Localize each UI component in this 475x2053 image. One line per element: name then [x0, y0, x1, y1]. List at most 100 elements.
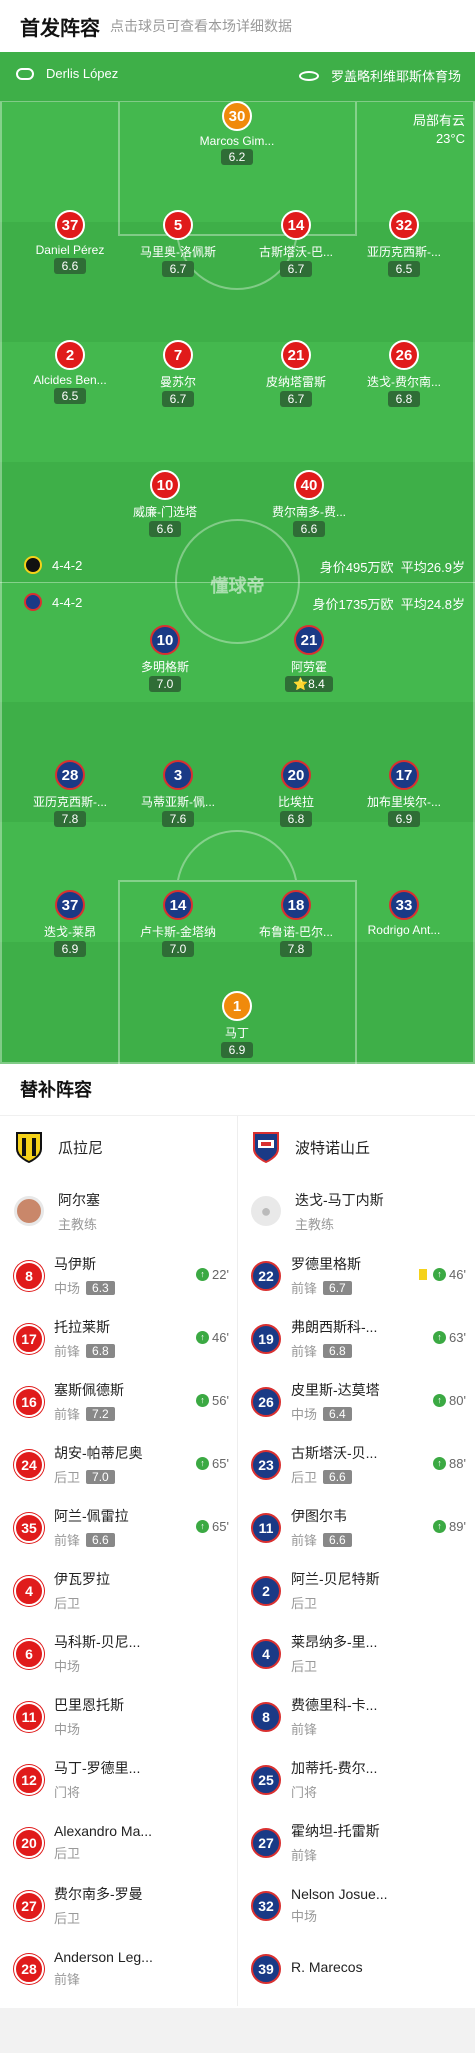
away-player[interactable]: 1 马丁 6.9	[177, 991, 297, 1059]
sub-player-number: 11	[14, 1701, 44, 1732]
sub-player-row[interactable]: 11 伊图尔韦 前锋 6.6 ↑ 89'	[237, 1496, 474, 1559]
home-coach[interactable]: 阿尔塞 主教练	[0, 1178, 237, 1244]
player-rating: 6.8	[387, 391, 421, 407]
away-player[interactable]: 37 迭戈-莱昂 6.9	[10, 890, 130, 958]
sub-player-row[interactable]: 27 费尔南多-罗曼 后卫	[0, 1874, 237, 1937]
home-player[interactable]: 14 古斯塔沃-巴... 6.7	[236, 210, 356, 278]
sub-player-row[interactable]: 2 阿兰-贝尼特斯 后卫	[237, 1559, 474, 1622]
sub-player-row[interactable]: 24 胡安-帕蒂尼奥 后卫 7.0 ↑ 65'	[0, 1433, 237, 1496]
sub-on-time: ↑ 22'	[196, 1267, 229, 1282]
home-player[interactable]: 32 亚历克西斯-... 6.5	[344, 210, 464, 278]
sub-time-value: 22'	[212, 1267, 229, 1282]
sub-player-row[interactable]: 39 R. Marecos	[237, 1937, 474, 2000]
sub-on-arrow-icon: ↑	[433, 1394, 447, 1407]
player-rating: 6.7	[279, 261, 313, 277]
home-player[interactable]: 5 马里奥-洛佩斯 6.7	[118, 210, 238, 278]
sub-on-time: ↑ 89'	[433, 1519, 466, 1534]
player-rating: ⭐8.4	[285, 676, 333, 692]
away-player[interactable]: 10 多明格斯 7.0	[105, 625, 225, 693]
sub-player-row[interactable]: 27 霍纳坦-托雷斯 前锋	[237, 1811, 474, 1874]
away-team-row[interactable]: 波特诺山丘	[237, 1116, 474, 1178]
player-rating: 7.0	[161, 941, 195, 957]
sub-player-row[interactable]: 16 塞斯佩德斯 前锋 7.2 ↑ 56'	[0, 1370, 237, 1433]
away-player[interactable]: 18 布鲁诺-巴尔... 7.8	[236, 890, 356, 958]
sub-player-row[interactable]: 25 加蒂托-费尔... 门将	[237, 1748, 474, 1811]
home-player[interactable]: 10 威廉-门选塔 6.6	[105, 470, 225, 538]
yellow-card-icon	[419, 1269, 428, 1280]
match-info-bar: Derlis López 罗盖略利维耶斯体育场	[0, 52, 475, 102]
sub-player-position: 前锋	[291, 1281, 318, 1296]
away-player[interactable]: 33 Rodrigo Ant...	[344, 890, 464, 937]
sub-player-position: 前锋	[54, 1344, 81, 1359]
home-player-name: Daniel Pérez	[35, 243, 105, 257]
away-player[interactable]: 21 阿劳霍 ⭐8.4	[249, 625, 369, 693]
player-rating: 6.9	[387, 811, 421, 827]
home-player[interactable]: 37 Daniel Pérez 6.6	[10, 210, 130, 275]
sub-player-row[interactable]: 32 Nelson Josue... 中场	[237, 1874, 474, 1937]
sub-player-row[interactable]: 20 Alexandro Ma... 后卫	[0, 1811, 237, 1874]
away-player-name: 亚历克西斯-...	[33, 795, 107, 809]
home-team-row[interactable]: 瓜拉尼	[0, 1116, 237, 1178]
sub-player-row[interactable]: 23 古斯塔沃-贝... 后卫 6.6 ↑ 88'	[237, 1433, 474, 1496]
sub-player-number: 32	[251, 1890, 281, 1921]
away-player-number: 1	[222, 991, 252, 1021]
sub-on-time: ↑ 65'	[196, 1519, 229, 1534]
sub-on-arrow-icon: ↑	[196, 1268, 210, 1281]
player-rating: 7.6	[161, 811, 195, 827]
sub-on-time: ↑ 63'	[433, 1330, 466, 1345]
away-coach[interactable]: ● 迭戈-马丁内斯 主教练	[237, 1178, 474, 1244]
sub-player-row[interactable]: 26 皮里斯-达莫塔 中场 6.4 ↑ 80'	[237, 1370, 474, 1433]
away-player[interactable]: 20 比埃拉 6.8	[236, 760, 356, 828]
sub-player-row[interactable]: 17 托拉莱斯 前锋 6.8 ↑ 46'	[0, 1307, 237, 1370]
rating-value: 7.0	[169, 942, 187, 956]
home-subs-column: 瓜拉尼 阿尔塞 主教练 8 马伊斯 中场 6.3 ↑ 22' 17 托拉莱斯 前锋 6.8 ↑ 46' 1…	[0, 1116, 237, 2000]
sub-player-number: 35	[14, 1512, 44, 1543]
away-player[interactable]: 17 加布里埃尔-... 6.9	[344, 760, 464, 828]
home-player[interactable]: 26 迭戈-费尔南... 6.8	[344, 340, 464, 408]
sub-player-row[interactable]: 22 罗德里格斯 前锋 6.7 ↑ 46'	[237, 1244, 474, 1307]
sub-player-row[interactable]: 35 阿兰-佩雷拉 前锋 6.6 ↑ 65'	[0, 1496, 237, 1559]
sub-player-name: Alexandro Ma...	[54, 1823, 153, 1839]
away-player[interactable]: 28 亚历克西斯-... 7.8	[10, 760, 130, 828]
home-player-number: 32	[389, 210, 419, 240]
home-player[interactable]: 30 Marcos Gim... 6.2	[177, 101, 297, 166]
home-player[interactable]: 21 皮纳塔雷斯 6.7	[236, 340, 356, 408]
away-player[interactable]: 3 马蒂亚斯-佩... 7.6	[118, 760, 238, 828]
home-player[interactable]: 7 曼苏尔 6.7	[118, 340, 238, 408]
rating-value: 7.6	[169, 812, 187, 826]
stadium-icon	[298, 70, 319, 81]
home-player[interactable]: 40 费尔南多-费... 6.6	[249, 470, 369, 538]
rating-value: 7.8	[61, 812, 79, 826]
sub-player-row[interactable]: 8 马伊斯 中场 6.3 ↑ 22'	[0, 1244, 237, 1307]
away-player[interactable]: 14 卢卡斯-金塔纳 7.0	[118, 890, 238, 958]
sub-time-value: 65'	[212, 1456, 229, 1471]
away-team-name: 波特诺山丘	[295, 1139, 371, 1157]
rating-value: 6.5	[61, 389, 79, 403]
sub-player-row[interactable]: 12 马丁-罗德里... 门将	[0, 1748, 237, 1811]
sub-on-arrow-icon: ↑	[433, 1268, 447, 1281]
player-rating: 6.6	[292, 521, 326, 537]
sub-player-row[interactable]: 6 马科斯-贝尼... 中场	[0, 1622, 237, 1685]
sub-player-position: 后卫	[54, 1911, 81, 1926]
sub-player-rating: 6.6	[323, 1532, 352, 1547]
home-value: 身价495万欧	[319, 560, 394, 575]
rating-value: 7.8	[287, 942, 305, 956]
away-player-name: 布鲁诺-巴尔...	[259, 925, 333, 939]
player-rating: 6.6	[53, 258, 87, 274]
rating-value: 8.4	[308, 677, 325, 691]
away-subs-column: 波特诺山丘 ● 迭戈-马丁内斯 主教练 22 罗德里格斯 前锋 6.7 ↑ 46' 19 弗朗西…	[237, 1116, 474, 2000]
rating-value: 7.0	[156, 677, 174, 691]
sub-player-row[interactable]: 19 弗朗西斯科-... 前锋 6.8 ↑ 63'	[237, 1307, 474, 1370]
player-rating: 6.8	[279, 811, 313, 827]
sub-player-row[interactable]: 28 Anderson Leg... 前锋	[0, 1937, 237, 2000]
home-player-name: 皮纳塔雷斯	[265, 375, 326, 389]
home-player[interactable]: 2 Alcides Ben... 6.5	[10, 340, 130, 405]
sub-on-arrow-icon: ↑	[196, 1457, 210, 1470]
sub-player-row[interactable]: 8 费德里科-卡... 前锋	[237, 1685, 474, 1748]
sub-player-row[interactable]: 11 巴里恩托斯 中场	[0, 1685, 237, 1748]
rating-value: 6.6	[300, 522, 318, 536]
sub-player-row[interactable]: 4 伊瓦罗拉 后卫	[0, 1559, 237, 1622]
sub-player-row[interactable]: 4 莱昂纳多-里... 后卫	[237, 1622, 474, 1685]
sub-player-number: 27	[14, 1890, 44, 1921]
home-player-number: 26	[389, 340, 419, 370]
